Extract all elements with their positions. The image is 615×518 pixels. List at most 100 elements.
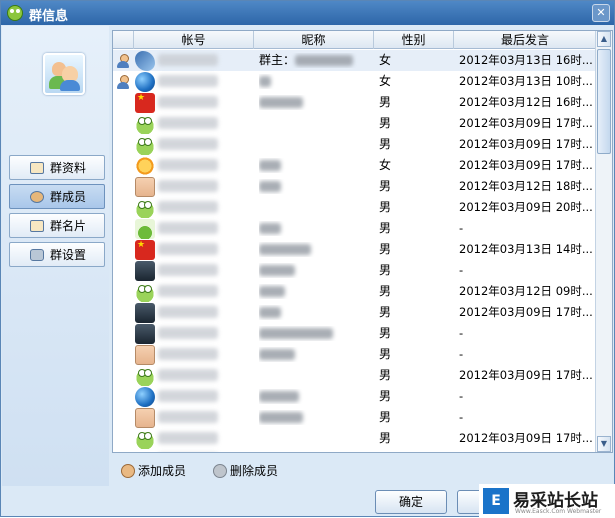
nav-label: 群资料 — [50, 161, 87, 175]
owner-badge-icon — [116, 54, 130, 68]
sex-cell: 女 — [379, 158, 392, 172]
nav-group-members[interactable]: 群成员 — [9, 184, 105, 209]
header-last-message[interactable]: 最后发言 — [454, 31, 597, 49]
sex-cell: 女 — [379, 74, 392, 88]
ok-button[interactable]: 确定 — [375, 490, 447, 514]
frog-avatar-icon[interactable] — [135, 450, 155, 452]
scroll-up-icon[interactable]: ▲ — [597, 31, 611, 47]
nav-group-namecard[interactable]: 群名片 — [9, 213, 105, 238]
member-badge-placeholder — [116, 390, 130, 404]
last-message-cell: - — [459, 326, 464, 340]
table-row[interactable]: 男 2012年03月09日 17时... — [113, 428, 597, 449]
nickname-cell — [259, 410, 369, 425]
member-badge-placeholder — [116, 432, 130, 446]
dark-avatar-icon[interactable] — [135, 303, 155, 323]
account-redacted — [158, 201, 218, 213]
table-row[interactable]: 男 2012年03月09日 17时... — [113, 365, 597, 386]
sex-cell: 男 — [379, 179, 392, 193]
table-row[interactable]: 女 2012年03月13日 10时... — [113, 71, 597, 92]
table-row[interactable]: 男 2012年03月12日 16时... — [113, 92, 597, 113]
nickname-redacted — [259, 97, 303, 108]
table-row[interactable]: 男 2012年03月09日 20时... — [113, 197, 597, 218]
header-nickname[interactable]: 昵称 — [254, 31, 374, 49]
remove-user-icon — [213, 463, 227, 478]
frog-avatar-icon[interactable] — [135, 135, 155, 155]
nickname-redacted — [259, 181, 281, 192]
table-row[interactable]: 男- — [113, 323, 597, 344]
last-message-cell: 2012年03月13日 10时... — [459, 74, 593, 88]
table-row[interactable]: 男- — [113, 218, 597, 239]
nickname-cell — [259, 116, 369, 131]
account-redacted — [158, 327, 218, 339]
table-row[interactable]: 男 2012年03月09日 17时... — [113, 134, 597, 155]
flag-avatar-icon[interactable] — [135, 93, 155, 113]
table-row[interactable]: 群主： 女 2012年03月13日 16时... — [113, 50, 597, 71]
table-row[interactable]: 男 2012年03月09日 17时... — [113, 449, 597, 453]
frog-avatar-icon[interactable] — [135, 114, 155, 134]
table-row[interactable]: 男- — [113, 386, 597, 407]
remove-member-button[interactable]: 删除成员 — [213, 462, 278, 479]
table-row[interactable]: 男- — [113, 407, 597, 428]
flag-avatar-icon[interactable] — [135, 240, 155, 260]
table-row[interactable]: 男 2012年03月09日 17时... — [113, 113, 597, 134]
nickname-cell — [259, 326, 369, 341]
member-badge-placeholder — [116, 411, 130, 425]
frog-avatar-icon[interactable] — [135, 429, 155, 449]
plant-avatar-icon[interactable] — [135, 219, 155, 239]
sex-cell: 男 — [379, 452, 409, 453]
sex-cell: 男 — [379, 431, 392, 445]
scroll-thumb[interactable] — [597, 49, 611, 154]
table-row[interactable]: 男 2012年03月12日 18时... — [113, 176, 597, 197]
header-sex[interactable]: 性别 — [374, 31, 454, 49]
sex-cell: 男 — [379, 410, 392, 424]
nickname-redacted — [259, 223, 281, 234]
table-row[interactable]: 女 2012年03月09日 17时... — [113, 155, 597, 176]
frog-avatar-icon[interactable] — [135, 282, 155, 302]
account-redacted — [158, 411, 218, 423]
nickname-cell — [259, 242, 369, 257]
table-row[interactable]: 男- — [113, 344, 597, 365]
nickname-redacted — [259, 265, 295, 276]
frog-avatar-icon[interactable] — [135, 198, 155, 218]
sun-avatar-icon[interactable] — [135, 156, 155, 176]
account-redacted — [158, 180, 218, 192]
table-row[interactable]: 男 2012年03月12日 09时... — [113, 281, 597, 302]
globe-avatar-icon[interactable] — [135, 387, 155, 407]
scroll-down-icon[interactable]: ▼ — [597, 436, 611, 452]
member-badge-placeholder — [116, 264, 130, 278]
member-table: 帐号 昵称 性别 最后发言 群主： 女 2012年03月13日 16时... 女 201… — [112, 30, 613, 453]
face-avatar-icon[interactable] — [135, 345, 155, 365]
nickname-cell — [259, 431, 369, 446]
nickname-redacted — [295, 55, 354, 66]
sex-cell: 男 — [379, 347, 392, 361]
header-account[interactable]: 帐号 — [134, 31, 254, 49]
nickname-cell — [259, 368, 369, 383]
sex-cell: 男 — [379, 200, 392, 214]
face-avatar-icon[interactable] — [135, 177, 155, 197]
nav-group-profile[interactable]: 群资料 — [9, 155, 105, 180]
fish-avatar-icon[interactable] — [135, 51, 155, 71]
remove-member-label: 删除成员 — [230, 464, 279, 478]
frog-avatar-icon[interactable] — [135, 366, 155, 386]
title-bar[interactable]: 群信息 ✕ — [1, 1, 614, 25]
vertical-scrollbar[interactable]: ▲ ▼ — [595, 31, 612, 452]
member-badge-placeholder — [116, 369, 130, 383]
account-redacted — [158, 75, 218, 87]
dark-avatar-icon[interactable] — [135, 324, 155, 344]
dark-avatar-icon[interactable] — [135, 261, 155, 281]
nav-label: 群成员 — [50, 190, 87, 204]
table-row[interactable]: 男 2012年03月09日 17时... — [113, 302, 597, 323]
add-member-button[interactable]: 添加成员 — [121, 462, 186, 479]
table-row[interactable]: 男 2012年03月13日 14时... — [113, 239, 597, 260]
sex-cell: 男 — [379, 284, 392, 298]
nickname-cell — [259, 74, 369, 89]
nav-group-settings[interactable]: 群设置 — [9, 242, 105, 267]
members-icon — [30, 190, 44, 203]
watermark-logo: E — [483, 488, 509, 514]
table-row[interactable]: 男- — [113, 260, 597, 281]
account-redacted — [158, 390, 218, 402]
face-avatar-icon[interactable] — [135, 408, 155, 428]
globe-avatar-icon[interactable] — [135, 72, 155, 92]
sex-cell: 男 — [379, 95, 392, 109]
close-button[interactable]: ✕ — [592, 4, 610, 22]
